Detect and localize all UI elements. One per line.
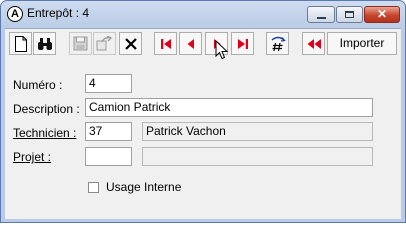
import-button[interactable]: Importer <box>327 32 397 55</box>
projet-code-field[interactable] <box>85 147 132 166</box>
rewind-button[interactable] <box>302 32 325 55</box>
first-record-icon <box>160 38 171 49</box>
next-record-icon <box>213 38 220 49</box>
usage-interne-label[interactable]: Usage Interne <box>106 180 181 194</box>
entrepot-window: A Entrepôt : 4 ✕ Importer Numéro: 4 Des… <box>0 0 406 223</box>
renumber-button[interactable] <box>266 32 289 55</box>
window-title: Entrepôt : 4 <box>27 6 90 20</box>
previous-record-button[interactable] <box>179 32 202 55</box>
delete-button[interactable] <box>119 32 142 55</box>
app-icon: A <box>7 6 23 22</box>
projet-name-field <box>142 147 373 166</box>
rewind-icon <box>307 38 321 49</box>
numero-field[interactable]: 4 <box>85 74 132 93</box>
projet-link[interactable]: Projet : <box>13 150 51 164</box>
description-label: Description : <box>13 102 80 116</box>
description-field[interactable]: Camion Patrick <box>85 98 373 117</box>
technicien-link[interactable]: Technicien : <box>13 126 76 140</box>
next-record-button[interactable] <box>205 32 228 55</box>
close-button[interactable]: ✕ <box>364 6 400 23</box>
minimize-icon <box>317 17 326 19</box>
last-record-icon <box>237 38 248 49</box>
first-record-button[interactable] <box>154 32 177 55</box>
save-button[interactable] <box>69 32 92 55</box>
previous-record-icon <box>187 38 194 49</box>
usage-interne-checkbox[interactable] <box>88 182 99 193</box>
last-record-button[interactable] <box>231 32 254 55</box>
new-button[interactable] <box>9 32 32 55</box>
new-document-icon <box>14 35 27 52</box>
technicien-code-field[interactable]: 37 <box>85 122 132 141</box>
save-disk-icon <box>73 36 88 51</box>
copy-button[interactable] <box>93 32 116 55</box>
title-bar[interactable]: A Entrepôt : 4 ✕ <box>1 1 405 27</box>
maximize-icon <box>345 11 354 18</box>
minimize-button[interactable] <box>307 6 335 23</box>
copy-export-icon <box>96 36 113 51</box>
numero-label: Numéro : <box>13 78 63 92</box>
binoculars-search-icon <box>37 37 52 50</box>
form-area: Importer Numéro : 4 Description : Camion… <box>5 28 401 219</box>
search-button[interactable] <box>33 32 56 55</box>
technicien-name-field: Patrick Vachon <box>142 122 373 141</box>
close-icon: ✕ <box>376 7 388 21</box>
delete-x-icon <box>124 37 137 50</box>
renumber-hash-icon <box>271 36 286 51</box>
maximize-button[interactable] <box>336 6 363 23</box>
toolbar: Importer <box>5 29 401 61</box>
